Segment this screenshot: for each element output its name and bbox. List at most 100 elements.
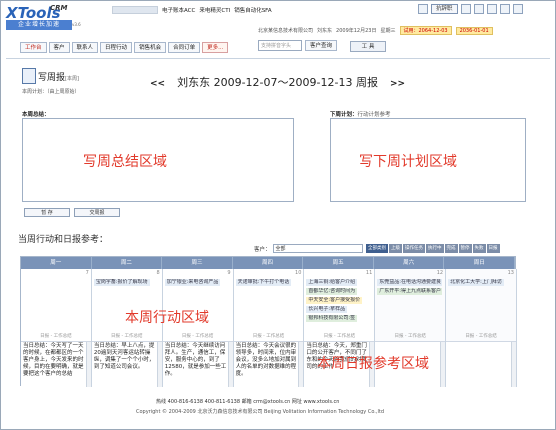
day-column: 13 北京化工大学:上门拜访 日报 - 工作总结 [446,269,517,387]
this-week-plan-hint: 本周计划：（由上周原始） [22,89,80,95]
topnav-sfa-link[interactable]: 销售自动化SFA [234,6,271,16]
filter-all[interactable]: 全部类别 [366,244,388,253]
daily-report-text: 当日总结：今天写了一天的时候，在都都区的一个客户身上，今天发来的时候，目的在要明… [23,343,84,377]
submit-report-button[interactable]: 交周报 [74,208,120,217]
day-header: 周六 [374,257,445,269]
daily-summary-label: 日报 - 工作总结 [394,334,426,339]
plan-area-caption: 写下周计划区域 [359,154,457,170]
action-item[interactable]: 长兴电子:拿样品 [306,306,348,313]
day-header: 周一 [21,257,92,269]
topnav-acc-link[interactable]: 电子账本ACC [162,6,195,16]
footer-contact: 热线 400-816-6138 400-811-6138 邮箱 crm@xtoo… [156,399,340,405]
summary-area-caption: 写周总结区域 [83,154,167,170]
nav-more[interactable]: 更多... [202,41,229,53]
refresh-icon[interactable] [473,4,484,14]
prev-week-button[interactable]: << [150,79,165,89]
page-title-text: 写周报 [38,73,66,83]
status-filters: 全部类别 上级 操作任务 执行中 完成 暂停 失败 日报 [366,244,500,253]
day-header: 周五 [303,257,374,269]
day-column: 8 宝岗字畜:报价了解现场 日报 - 工作总结 当日总结：早上八点，提20遍到天河客运… [91,269,163,387]
day-number: 8 [156,270,160,276]
help-icon[interactable] [460,4,471,14]
current-date: 2009年12月23日 [336,28,377,34]
customer-search: 支持拼音字头 客户查询 [258,40,338,51]
nav-contacts[interactable]: 联系人 [71,41,99,53]
next-week-button[interactable]: >> [390,79,405,89]
customer-filter: 客户： 全部 [254,244,363,253]
topnav-cti-link[interactable]: 来电精灵CTI [199,6,230,16]
customer-select-value: 全部 [275,246,286,252]
day-column: 10 天诺审批:下午打个电话 日报 - 工作总结 当日总结：今天会议很的领导多，时间来… [233,269,305,387]
action-item[interactable]: 首都华亿:咨询时间为 [306,288,358,295]
action-item[interactable]: 上海三铜:给客户介绍 [306,279,358,286]
day-header: 周四 [233,257,304,269]
nav-contracts[interactable]: 合同订单 [168,41,201,53]
reference-title: 当周行动和日报参考： [18,235,109,245]
filter-done[interactable]: 完成 [444,244,458,253]
header-divider [6,58,550,59]
next-plan-textarea[interactable]: 写下周计划区域 [330,118,526,202]
user-name: 刘东东 [317,28,333,34]
nav-schedule[interactable]: 日程行动 [100,41,133,53]
day-number: 7 [85,270,89,276]
daily-scrollbar[interactable] [510,342,516,387]
company-name: 北京某信息技术有限公司 [258,28,314,34]
week-calendar: 周一 周二 周三 周四 周五 周六 周日 7 日报 - 工作总结当日总结：今天写了… [20,256,517,387]
daily-scrollbar[interactable] [298,342,304,387]
version-label: v3.6 [72,22,81,27]
tools-button[interactable]: 工 具 [350,41,386,52]
filter-daily[interactable]: 日报 [486,244,500,253]
week-navigator: << 刘东东 2009-12-07～2009-12-13 周报 >> [150,74,405,90]
daily-report-box[interactable] [446,341,516,387]
settings-icon[interactable] [486,4,497,14]
daily-scrollbar[interactable] [156,342,162,387]
daily-report-text: 当日总结：今天会议很的领导多，时间来，位内审会议，没多么地加对属到人的名单的对数… [235,343,297,377]
daily-report-box[interactable]: 当日总结：今天会议很的领导多，时间来，位内审会议，没多么地加对属到人的名单的对数… [233,341,304,387]
page-title: 写周报[本周] [38,70,79,83]
logout-icon[interactable] [512,4,523,14]
day-number: 13 [507,270,514,276]
day-number: 9 [227,270,231,276]
daily-report-box[interactable]: 当日总结：今天写了一天的时候，在都都区的一个客户身上，今天发来的时候，目的在要明… [21,341,91,387]
action-item[interactable]: 加宁银业:来电咨询产品 [164,279,221,286]
daily-report-text [446,342,516,343]
daily-scrollbar[interactable] [440,342,446,387]
search-input[interactable]: 支持拼音字头 [258,40,302,51]
filter-task[interactable]: 操作任务 [403,244,425,253]
action-item[interactable]: 广东开平:得上九点联系客户 [377,288,443,295]
daily-summary-label: 日报 - 工作总结 [40,334,72,339]
nav-workbench[interactable]: 工作台 [20,41,47,53]
filter-superior[interactable]: 上级 [389,244,402,253]
day-header: 周日 [444,257,516,269]
action-item[interactable]: 北京化工大学:上门拜访 [448,279,504,286]
customer-search-button[interactable]: 客户查询 [305,40,338,51]
customer-select[interactable]: 全部 [272,244,363,253]
daily-report-box[interactable]: 当日总结：今天继续访问拜人。生产，通信工，保安，服务中心的，到了12580，就是… [162,341,233,387]
daily-scrollbar[interactable] [85,342,91,387]
weekday-header: 周一 周二 周三 周四 周五 周六 周日 [21,257,516,269]
summary-textarea[interactable]: 写周总结区域 [22,118,294,202]
daily-scrollbar[interactable] [227,342,233,387]
action-item[interactable]: 中天安全:客户接受报价 [306,297,363,304]
action-item[interactable]: 宝岗字畜:报价了解现场 [93,279,150,286]
resign-button[interactable]: 抗辞职 [431,4,458,14]
day-column: 9 加宁银业:来电咨询产品 日报 - 工作总结 当日总结：今天继续访问拜人。生产，通信… [162,269,234,387]
message-icon[interactable] [418,4,428,14]
filter-paused[interactable]: 暂停 [458,244,472,253]
action-item[interactable]: 天诺审批:下午打个电话 [235,279,292,286]
customer-filter-label: 客户： [254,246,271,253]
action-item[interactable]: 银邦科技有限公司:签 [306,315,358,322]
week-label: 刘东东 2009-12-07～2009-12-13 周报 [177,76,378,89]
action-item[interactable]: 东莞益品:在电话沟通要建良 [377,279,443,286]
day-number: 10 [295,270,302,276]
filter-failed[interactable]: 失败 [472,244,486,253]
filter-in-progress[interactable]: 执行中 [426,244,444,253]
save-draft-button[interactable]: 暂 存 [24,208,70,217]
current-weekday: 星期三 [380,28,396,34]
nav-opportunities[interactable]: 销售机会 [134,41,167,53]
nav-customers[interactable]: 客户 [48,41,70,53]
daily-report-box[interactable]: 当日总结：早上八点，提20遍到天河客运站转操纵，调集了一个个小时，到了知道公司会… [91,341,162,387]
report-edit-icon [22,68,36,84]
skin-icon[interactable] [499,4,510,14]
day-number: 12 [436,270,444,276]
